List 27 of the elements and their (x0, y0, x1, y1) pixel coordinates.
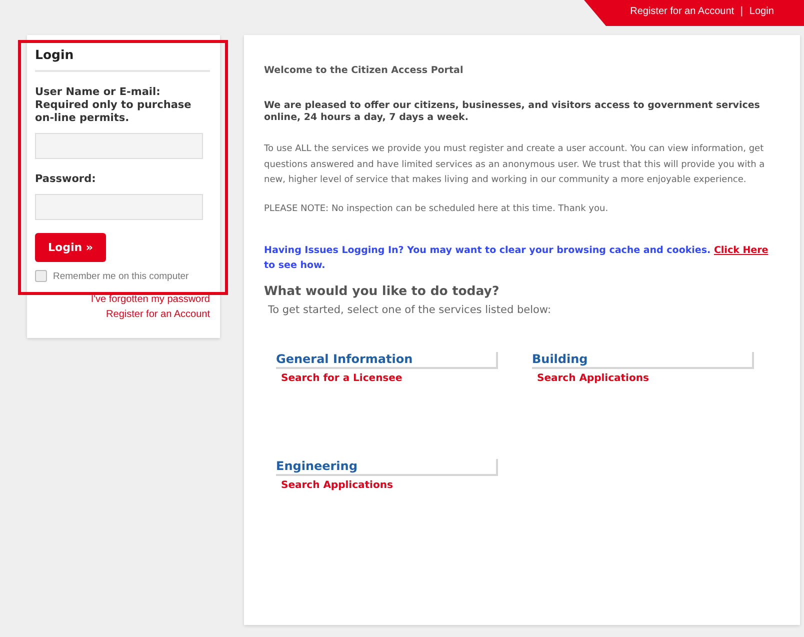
remember-label: Remember me on this computer (53, 270, 189, 282)
service-heading: Building (532, 352, 754, 368)
remember-checkbox[interactable] (35, 270, 47, 282)
service-link[interactable]: Search Applications (537, 372, 754, 384)
password-label: Password: (35, 173, 97, 186)
issues-text: Having Issues Logging In? You may want to clear your browsing cache and cookies. Click Here to see how. (264, 244, 770, 272)
service-heading: General Information (276, 352, 498, 368)
subtitle-text: To get started, select one of the services listed below: (268, 304, 552, 316)
login-button[interactable]: Login » (35, 233, 106, 262)
note-text: PLEASE NOTE: No inspection can be scheduled here at this time. Thank you. (264, 204, 610, 214)
click-here-link[interactable]: Click Here (714, 244, 768, 256)
register-link[interactable]: Register for an Account (630, 6, 734, 18)
forgot-password-link[interactable]: I've forgotten my password (90, 294, 210, 305)
register-link[interactable]: Register for an Account (106, 309, 210, 320)
intro-text: We are pleased to offer our citizens, businesses, and visitors access to government services online, 24 hours a day, 7 days a week. (264, 100, 761, 124)
username-field[interactable] (35, 133, 203, 159)
username-label: User Name or E-mail: Required only to purchase on-line permits. (35, 86, 192, 125)
body-text: To use ALL the services we provide you must register and create a user account. You can view information, get questions answered and have limited services as an anonymous user. We trust that this will provide you with a new, higher level of service that makes living and working in our community a more enjoyable experience. (264, 143, 766, 187)
login-title: Login (35, 47, 210, 72)
question-heading: What would you like to do today? (264, 282, 500, 298)
separator: | (740, 6, 744, 18)
service-link[interactable]: Search for a Licensee (281, 372, 498, 384)
service-link[interactable]: Search Applications (281, 480, 498, 490)
welcome-heading: Welcome to the Citizen Access Portal (264, 65, 464, 76)
service-heading: Engineering (276, 458, 498, 476)
login-link[interactable]: Login (749, 6, 774, 18)
password-field[interactable] (35, 194, 203, 220)
